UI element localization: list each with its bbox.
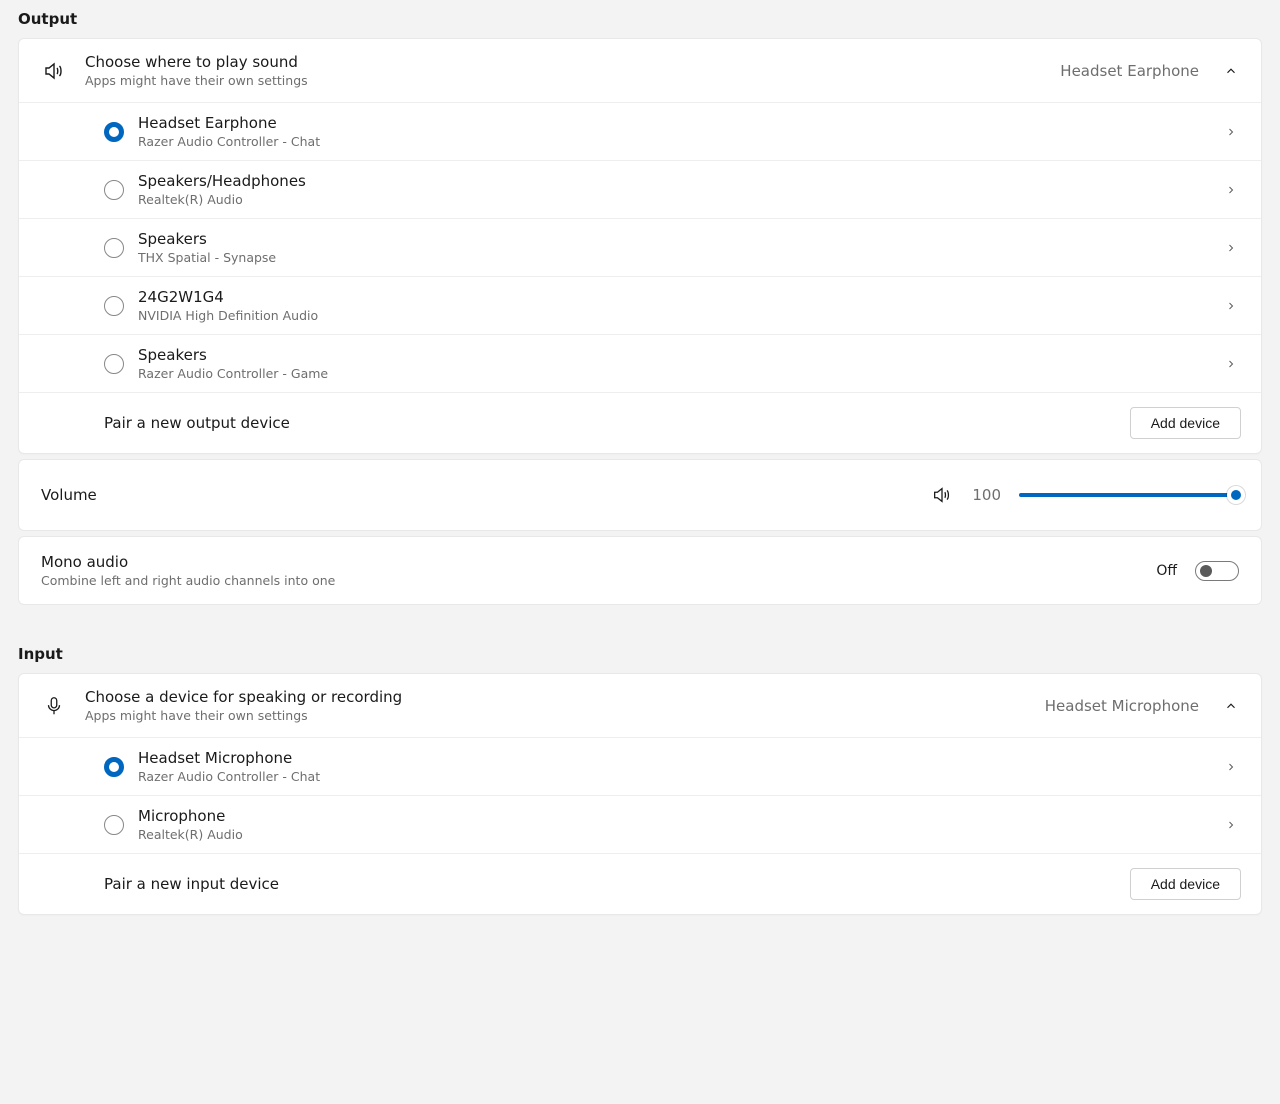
speaker-icon	[39, 59, 69, 83]
device-name: Headset Microphone	[138, 749, 1207, 767]
chevron-right-icon	[1221, 238, 1241, 258]
radio-selected[interactable]	[104, 122, 124, 142]
output-device-row[interactable]: 24G2W1G4 NVIDIA High Definition Audio	[19, 276, 1261, 334]
chevron-up-icon	[1221, 61, 1241, 81]
device-driver: NVIDIA High Definition Audio	[138, 308, 1207, 323]
input-device-row[interactable]: Microphone Realtek(R) Audio	[19, 795, 1261, 853]
input-pair-row: Pair a new input device Add device	[19, 853, 1261, 914]
output-pair-row: Pair a new output device Add device	[19, 392, 1261, 453]
input-header-title: Choose a device for speaking or recordin…	[85, 688, 1029, 706]
radio-unselected[interactable]	[104, 180, 124, 200]
input-section-label: Input	[18, 635, 1262, 673]
device-name: Headset Earphone	[138, 114, 1207, 132]
chevron-right-icon	[1221, 815, 1241, 835]
output-device-row[interactable]: Speakers THX Spatial - Synapse	[19, 218, 1261, 276]
volume-label: Volume	[41, 486, 913, 504]
volume-value: 100	[971, 486, 1001, 504]
input-card: Choose a device for speaking or recordin…	[18, 673, 1262, 915]
output-header-value: Headset Earphone	[1060, 62, 1199, 80]
output-header-subtitle: Apps might have their own settings	[85, 73, 1044, 88]
radio-unselected[interactable]	[104, 238, 124, 258]
radio-selected[interactable]	[104, 757, 124, 777]
chevron-right-icon	[1221, 180, 1241, 200]
chevron-up-icon	[1221, 696, 1241, 716]
output-device-row[interactable]: Speakers Razer Audio Controller - Game	[19, 334, 1261, 392]
chevron-right-icon	[1221, 354, 1241, 374]
chevron-right-icon	[1221, 296, 1241, 316]
device-driver: THX Spatial - Synapse	[138, 250, 1207, 265]
input-device-list: Headset Microphone Razer Audio Controlle…	[19, 737, 1261, 914]
add-output-device-button[interactable]: Add device	[1130, 407, 1241, 439]
add-input-device-button[interactable]: Add device	[1130, 868, 1241, 900]
device-driver: Realtek(R) Audio	[138, 827, 1207, 842]
input-header-row[interactable]: Choose a device for speaking or recordin…	[19, 674, 1261, 737]
chevron-right-icon	[1221, 122, 1241, 142]
chevron-right-icon	[1221, 757, 1241, 777]
speaker-icon[interactable]	[931, 484, 953, 506]
device-driver: Razer Audio Controller - Chat	[138, 134, 1207, 149]
device-driver: Razer Audio Controller - Game	[138, 366, 1207, 381]
input-header-value: Headset Microphone	[1045, 697, 1199, 715]
volume-slider-thumb[interactable]	[1227, 486, 1245, 504]
output-device-row[interactable]: Headset Earphone Razer Audio Controller …	[19, 102, 1261, 160]
radio-unselected[interactable]	[104, 815, 124, 835]
device-name: Speakers	[138, 230, 1207, 248]
mono-toggle[interactable]	[1195, 561, 1239, 581]
mono-subtitle: Combine left and right audio channels in…	[41, 573, 1138, 588]
output-card: Choose where to play sound Apps might ha…	[18, 38, 1262, 454]
radio-unselected[interactable]	[104, 296, 124, 316]
output-pair-label: Pair a new output device	[104, 414, 1116, 432]
device-driver: Realtek(R) Audio	[138, 192, 1207, 207]
output-device-list: Headset Earphone Razer Audio Controller …	[19, 102, 1261, 453]
device-name: 24G2W1G4	[138, 288, 1207, 306]
input-header-subtitle: Apps might have their own settings	[85, 708, 1029, 723]
output-header-title: Choose where to play sound	[85, 53, 1044, 71]
radio-unselected[interactable]	[104, 354, 124, 374]
mono-state-label: Off	[1156, 563, 1177, 579]
device-name: Speakers	[138, 346, 1207, 364]
output-device-row[interactable]: Speakers/Headphones Realtek(R) Audio	[19, 160, 1261, 218]
output-section-label: Output	[18, 0, 1262, 38]
input-pair-label: Pair a new input device	[104, 875, 1116, 893]
volume-card: Volume 100	[18, 459, 1262, 531]
device-name: Microphone	[138, 807, 1207, 825]
microphone-icon	[39, 695, 69, 717]
mono-title: Mono audio	[41, 553, 1138, 571]
device-driver: Razer Audio Controller - Chat	[138, 769, 1207, 784]
output-header-row[interactable]: Choose where to play sound Apps might ha…	[19, 39, 1261, 102]
mono-audio-card: Mono audio Combine left and right audio …	[18, 536, 1262, 605]
input-device-row[interactable]: Headset Microphone Razer Audio Controlle…	[19, 737, 1261, 795]
volume-slider[interactable]	[1019, 485, 1239, 505]
device-name: Speakers/Headphones	[138, 172, 1207, 190]
